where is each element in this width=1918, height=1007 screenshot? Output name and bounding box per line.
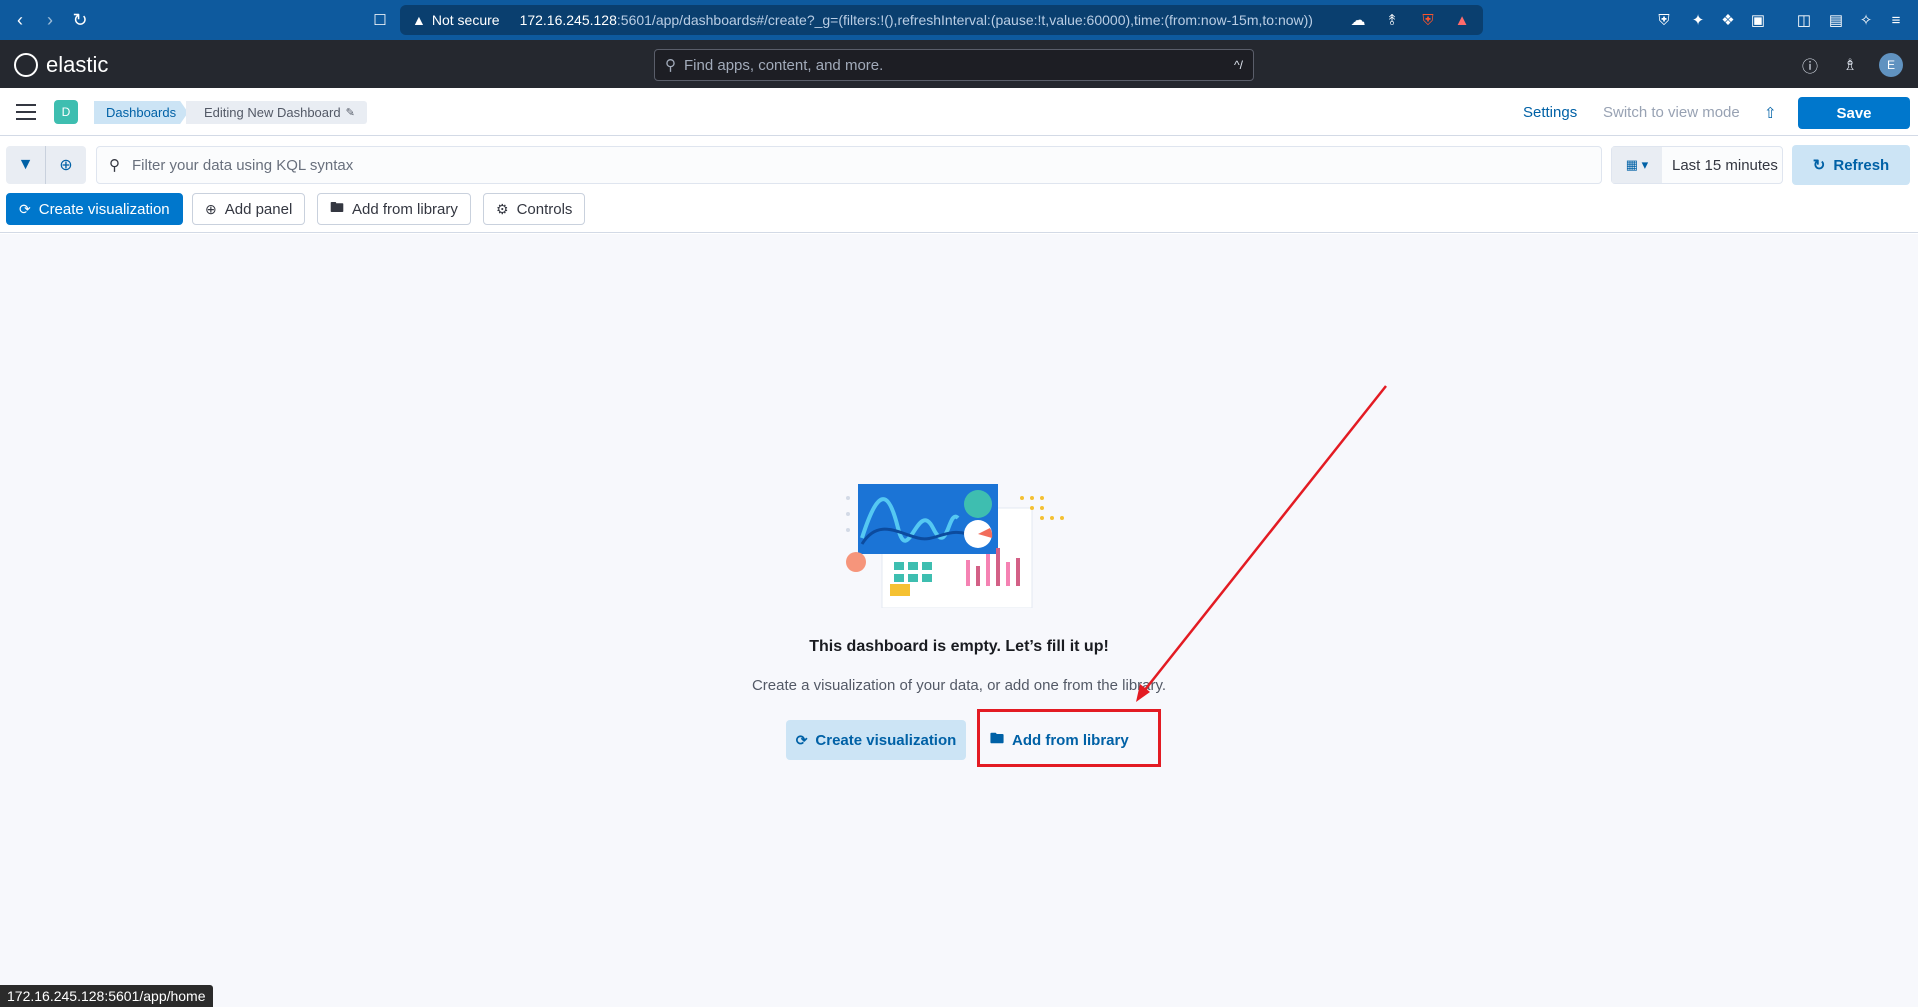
address-bar[interactable]: ▲ Not secure 172.16.245.128:5601/app/das… [400,5,1483,35]
refresh-icon: ↻ [1812,157,1826,174]
pencil-icon[interactable]: ✎ [346,106,355,119]
search-placeholder: Find apps, content, and more. [684,56,884,74]
bookmark-icon[interactable]: ☐ [366,6,394,34]
rewards-icon[interactable]: ▲ [1450,8,1474,32]
folder-icon: 🖿 [330,199,344,215]
time-range-label[interactable]: Last 15 minutes [1662,157,1778,174]
query-bar: ▼ ⊕ ⚲ Filter your data using KQL syntax … [0,137,1918,193]
vpn-icon[interactable]: ⛨ [1652,8,1676,32]
elastic-logo[interactable]: elastic [14,52,108,78]
elastic-logo-icon [14,53,38,77]
time-picker[interactable]: ▦ ▾ Last 15 minutes [1611,146,1783,184]
refresh-label: Refresh [1833,156,1890,174]
empty-state-title: This dashboard is empty. Let’s fill it u… [809,638,1109,655]
switch-view-mode-link[interactable]: Switch to view mode [1603,104,1740,121]
empty-dashboard-illustration [846,484,1064,608]
kql-query-input[interactable]: ⚲ Filter your data using KQL syntax [96,146,1602,184]
search-icon: ⚲ [665,57,676,74]
status-bar-url: 172.16.245.128:5601/app/home [0,985,213,1007]
forward-icon[interactable]: › [36,6,64,34]
plus-circle-icon: ⊕ [205,200,217,217]
breadcrumb-bar: D Dashboards Editing New Dashboard ✎ Set… [0,88,1918,136]
global-search-input[interactable]: ⚲ Find apps, content, and more. ^/ [654,49,1254,81]
kql-placeholder: Filter your data using KQL syntax [132,156,354,174]
brave-shield-icon[interactable]: ⛨ [1416,8,1440,32]
wallet-icon[interactable]: ▤ [1824,8,1848,32]
save-button[interactable]: Save [1798,97,1910,129]
add-filter-icon[interactable]: ⊕ [46,146,86,184]
breadcrumb-editing: Editing New Dashboard ✎ [186,101,367,124]
add-panel-label: Add panel [224,200,293,218]
help-icon[interactable]: ⓘ [1799,54,1821,76]
dashboard-toolbar: ⟳ Create visualization ⊕ Add panel 🖿 Add… [0,193,1918,233]
calendar-icon[interactable]: ▦ ▾ [1612,147,1662,183]
browser-toolbar: ‹ › ↻ ☐ ▲ Not secure 172.16.245.128:5601… [0,0,1918,40]
breadcrumb-dashboards[interactable]: Dashboards [94,101,188,124]
share-icon[interactable]: ⇧ [1764,104,1777,122]
url-host: 172.16.245.128 [519,12,617,28]
warning-icon: ▲ [412,12,426,28]
create-visualization-button[interactable]: ⟳ Create visualization [6,193,183,225]
visualize-icon: ⟳ [19,200,31,217]
reload-icon[interactable]: ↻ [66,6,94,34]
menu-toggle-icon[interactable] [16,102,36,122]
controls-button[interactable]: ⚙ Controls [483,193,586,225]
not-secure-label: Not secure [431,12,500,28]
breadcrumb-editing-label: Editing New Dashboard [204,105,341,120]
add-panel-button[interactable]: ⊕ Add panel [192,193,306,225]
space-avatar[interactable]: D [54,100,78,124]
menu-icon[interactable]: ≡ [1884,8,1908,32]
user-avatar[interactable]: E [1879,53,1903,77]
news-icon[interactable]: ♗ [1839,54,1861,76]
settings-link[interactable]: Settings [1523,104,1577,121]
filter-options-icon[interactable]: ▼ [6,146,46,184]
kibana-header: elastic ⚲ Find apps, content, and more. … [0,40,1918,88]
filter-button-group: ▼ ⊕ [6,146,86,184]
url-path: :5601/app/dashboards#/create?_g=(filters… [616,12,1313,28]
controls-icon: ⚙ [496,200,509,217]
annotation-highlight-box [977,709,1161,767]
dashboard-canvas [0,234,1918,1007]
add-from-library-button[interactable]: 🖿 Add from library [317,193,471,225]
controls-label: Controls [516,200,573,218]
create-visualization-label: Create visualization [38,200,170,218]
cloud-icon[interactable]: ☁ [1346,8,1370,32]
leo-icon[interactable]: ✧ [1854,8,1878,32]
wand-icon[interactable]: ✦ [1686,8,1710,32]
empty-state-subtitle: Create a visualization of your data, or … [751,677,1167,694]
refresh-button[interactable]: ↻ Refresh [1792,145,1910,185]
sidebar-icon[interactable]: ◫ [1792,8,1816,32]
back-icon[interactable]: ‹ [6,6,34,34]
add-from-library-label: Add from library [352,200,458,218]
search-shortcut: ^/ [1234,58,1243,72]
share-icon[interactable]: ⥉ [1380,8,1404,32]
empty-create-visualization-button[interactable]: ⟳ Create visualization [786,720,966,760]
screenshot-icon[interactable]: ▣ [1746,8,1770,32]
extensions-icon[interactable]: ❖ [1716,8,1740,32]
search-icon: ⚲ [109,157,120,174]
visualize-icon: ⟳ [795,731,808,748]
empty-create-visualization-label: Create visualization [815,731,957,749]
logo-text: elastic [46,52,109,77]
